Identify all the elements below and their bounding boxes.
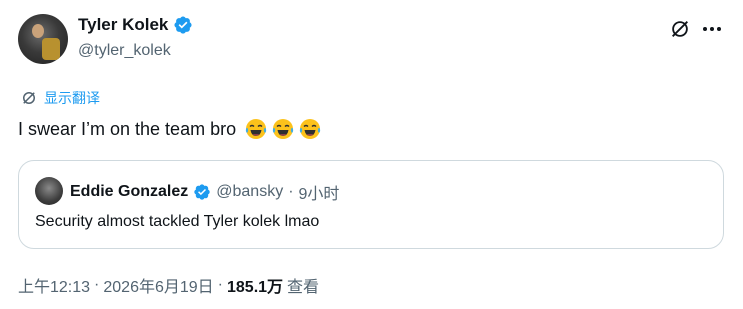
quoted-author-handle[interactable]: @bansky: [216, 183, 283, 201]
separator-dot: ·: [217, 276, 223, 293]
separator-dot: ·: [288, 183, 294, 200]
tweet-date[interactable]: 2026年6月19日: [103, 273, 213, 297]
face-with-tears-of-joy-icon: [299, 119, 321, 139]
tweet-text-content: I swear I’m on the team bro: [18, 118, 237, 139]
grok-icon[interactable]: [669, 18, 691, 40]
author-handle[interactable]: @tyler_kolek: [78, 42, 171, 60]
more-icon[interactable]: [700, 17, 726, 41]
face-with-tears-of-joy-icon: [245, 119, 267, 139]
author-avatar[interactable]: [18, 14, 68, 64]
show-translation-label: 显示翻译: [44, 90, 100, 106]
translate-icon: [23, 92, 35, 104]
quoted-tweet-text: Security almost tackled Tyler kolek lmao: [35, 213, 320, 230]
show-translation-link[interactable]: 显示翻译: [20, 88, 100, 108]
quoted-tweet-time[interactable]: 9小时: [299, 180, 340, 204]
face-with-tears-of-joy-icon: [272, 119, 294, 139]
tweet-emojis: [244, 117, 322, 141]
quoted-author-name[interactable]: Eddie Gonzalez: [70, 183, 188, 201]
verified-badge-icon: [194, 184, 210, 200]
quoted-tweet-card[interactable]: Eddie Gonzalez @bansky · 9小时 Security al…: [18, 160, 724, 249]
views-count: 185.1万: [227, 279, 284, 296]
tweet-text: I swear I’m on the team bro: [18, 117, 322, 141]
separator-dot: ·: [94, 276, 100, 293]
views-label: 查看: [287, 279, 320, 296]
quoted-author-avatar[interactable]: [35, 177, 63, 205]
tweet-meta: 上午12:13 · 2026年6月19日 · 185.1万 查看: [18, 273, 319, 297]
author-name[interactable]: Tyler Kolek: [78, 15, 168, 35]
verified-badge-icon: [174, 16, 192, 34]
tweet-time[interactable]: 上午12:13: [18, 273, 90, 297]
quoted-tweet-header: Eddie Gonzalez @bansky · 9小时: [70, 180, 339, 204]
author-name-row: Tyler Kolek: [78, 15, 193, 35]
